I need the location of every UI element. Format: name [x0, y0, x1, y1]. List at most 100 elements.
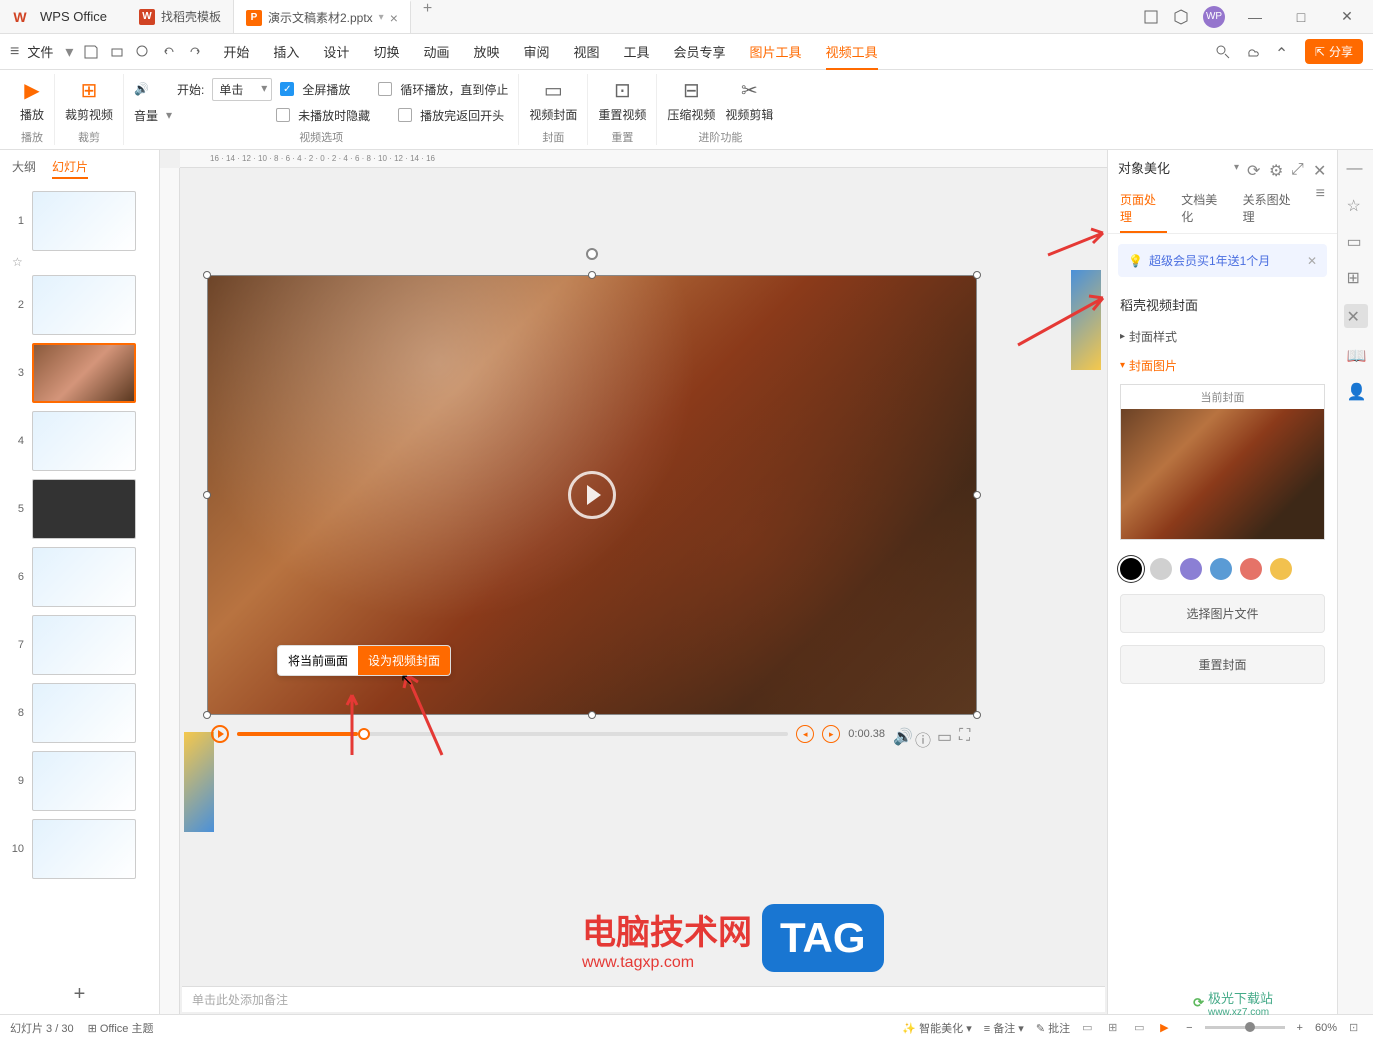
- cover-style-section[interactable]: 封面样式: [1108, 322, 1337, 351]
- reset-cover-button[interactable]: 重置封面: [1120, 645, 1325, 684]
- video-edit-button[interactable]: ✂ 视频剪辑: [725, 78, 773, 123]
- volume-icon[interactable]: 🔊: [134, 82, 149, 96]
- loop-checkbox[interactable]: [378, 82, 392, 96]
- choose-file-button[interactable]: 选择图片文件: [1120, 594, 1325, 633]
- canvas-content[interactable]: 将当前画面 设为视频封面 ↖ ◂ ▸ 0:00.38 🔊 ⓘ ▭ ⛶: [182, 170, 1105, 1012]
- video-seek-thumb[interactable]: [358, 728, 370, 740]
- slide-item-1[interactable]: 1: [8, 191, 151, 251]
- menu-review[interactable]: 审阅: [523, 42, 549, 61]
- video-seek-track[interactable]: [237, 732, 788, 736]
- menu-member[interactable]: 会员专享: [674, 42, 726, 61]
- st-minimize-icon[interactable]: —: [1347, 160, 1365, 178]
- resize-handle[interactable]: [203, 711, 211, 719]
- zoom-in-button[interactable]: +: [1297, 1022, 1303, 1034]
- color-black[interactable]: [1120, 558, 1142, 580]
- info-icon[interactable]: ⓘ: [915, 727, 929, 741]
- close-icon[interactable]: ×: [390, 10, 398, 26]
- cube-icon[interactable]: [1173, 9, 1189, 25]
- refresh-icon[interactable]: ⟳: [1247, 161, 1261, 175]
- banner-close-icon[interactable]: ✕: [1307, 254, 1317, 268]
- vc-play-button[interactable]: [211, 725, 229, 743]
- tab-document[interactable]: P 演示文稿素材2.pptx ▾ ×: [234, 0, 411, 33]
- rp-dropdown-icon[interactable]: ▾: [1234, 162, 1239, 173]
- st-settings-icon[interactable]: ✕: [1344, 304, 1368, 328]
- print-icon[interactable]: [109, 44, 125, 60]
- cloud-icon[interactable]: [1245, 44, 1261, 60]
- start-select[interactable]: 单击: [212, 78, 272, 101]
- rp-banner[interactable]: 💡 超级会员买1年送1个月 ✕: [1118, 244, 1327, 277]
- maximize-button[interactable]: □: [1285, 9, 1317, 25]
- volume-icon[interactable]: 🔊: [893, 727, 907, 741]
- st-robot-icon[interactable]: ⊞: [1347, 268, 1365, 286]
- rp-tab-relation[interactable]: 关系图处理: [1243, 185, 1302, 233]
- menu-view[interactable]: 视图: [574, 42, 600, 61]
- trim-video-button[interactable]: ⊞ 裁剪视频: [65, 78, 113, 123]
- file-menu[interactable]: 文件: [27, 42, 53, 61]
- slide-item-3[interactable]: 3: [8, 343, 151, 403]
- rewind-checkbox[interactable]: [398, 108, 412, 122]
- menu-icon[interactable]: ≡: [10, 43, 19, 61]
- color-blue[interactable]: [1210, 558, 1232, 580]
- resize-handle[interactable]: [203, 271, 211, 279]
- rp-tab-doc[interactable]: 文档美化: [1181, 185, 1228, 233]
- expand-icon[interactable]: ⌃: [1275, 44, 1291, 60]
- tab-menu-icon[interactable]: ▾: [379, 12, 384, 23]
- slides-tab[interactable]: 幻灯片: [52, 158, 88, 179]
- notes-button[interactable]: ≡ 备注 ▾: [984, 1020, 1024, 1036]
- resize-handle[interactable]: [973, 491, 981, 499]
- share-button[interactable]: ⇱ 分享: [1305, 39, 1363, 64]
- theme-label[interactable]: ⊞ Office 主题: [88, 1020, 154, 1036]
- video-cover-button[interactable]: ▭ 视频封面: [529, 78, 577, 123]
- save-icon[interactable]: [83, 44, 99, 60]
- menu-image-tools[interactable]: 图片工具: [750, 42, 802, 61]
- view-slideshow-icon[interactable]: ▶: [1160, 1021, 1174, 1035]
- add-tab-button[interactable]: +: [411, 0, 444, 33]
- compress-button[interactable]: ⊟ 压缩视频: [667, 78, 715, 123]
- view-reading-icon[interactable]: ▭: [1134, 1021, 1148, 1035]
- rp-more-icon[interactable]: ≡: [1316, 185, 1325, 233]
- resize-handle[interactable]: [973, 711, 981, 719]
- color-red[interactable]: [1240, 558, 1262, 580]
- play-overlay-button[interactable]: [568, 471, 616, 519]
- annotate-button[interactable]: ✎ 批注: [1036, 1020, 1070, 1036]
- skip-back-button[interactable]: ◂: [796, 725, 814, 743]
- menu-insert[interactable]: 插入: [273, 42, 299, 61]
- view-normal-icon[interactable]: ▭: [1082, 1021, 1096, 1035]
- menu-video-tools[interactable]: 视频工具: [826, 42, 878, 61]
- resize-handle[interactable]: [973, 271, 981, 279]
- gear-icon[interactable]: ⚙: [1269, 161, 1283, 175]
- close-icon[interactable]: ✕: [1313, 161, 1327, 175]
- slide-item-5[interactable]: 5: [8, 479, 151, 539]
- minimize-button[interactable]: —: [1239, 9, 1271, 25]
- canvas-area[interactable]: 16 · 14 · 12 · 10 · 8 · 6 · 4 · 2 · 0 · …: [160, 150, 1107, 1014]
- outline-tab[interactable]: 大纲: [12, 158, 36, 179]
- fullscreen-checkbox[interactable]: ✓: [280, 82, 294, 96]
- slide-item-10[interactable]: 10: [8, 819, 151, 879]
- st-star-icon[interactable]: ☆: [1347, 196, 1365, 214]
- st-book-icon[interactable]: 📖: [1347, 346, 1365, 364]
- search-icon[interactable]: [1215, 44, 1231, 60]
- settings-icon[interactable]: ▭: [937, 727, 951, 741]
- slide-item-4[interactable]: 4: [8, 411, 151, 471]
- rotate-handle[interactable]: [586, 248, 598, 260]
- tab-templates[interactable]: W 找稻壳模板: [127, 0, 234, 33]
- color-gray[interactable]: [1150, 558, 1172, 580]
- file-dropdown-icon[interactable]: ▾: [65, 42, 73, 62]
- rp-tab-page[interactable]: 页面处理: [1120, 185, 1167, 233]
- notes-bar[interactable]: 单击此处添加备注: [182, 986, 1105, 1012]
- fullscreen-icon[interactable]: ⛶: [959, 727, 973, 741]
- color-yellow[interactable]: [1270, 558, 1292, 580]
- zoom-out-button[interactable]: −: [1186, 1022, 1192, 1034]
- cover-image-section[interactable]: 封面图片: [1108, 351, 1337, 380]
- slide-item-2[interactable]: 2: [8, 275, 151, 335]
- play-button[interactable]: ▶ 播放: [20, 78, 44, 123]
- view-sorter-icon[interactable]: ⊞: [1108, 1021, 1122, 1035]
- menu-slideshow[interactable]: 放映: [473, 42, 499, 61]
- st-layers-icon[interactable]: ▭: [1347, 232, 1365, 250]
- reader-icon[interactable]: [1143, 9, 1159, 25]
- st-user-icon[interactable]: 👤: [1347, 382, 1365, 400]
- menu-tools[interactable]: 工具: [624, 42, 650, 61]
- volume-dropdown-icon[interactable]: ▾: [166, 108, 172, 122]
- menu-design[interactable]: 设计: [323, 42, 349, 61]
- resize-handle[interactable]: [203, 491, 211, 499]
